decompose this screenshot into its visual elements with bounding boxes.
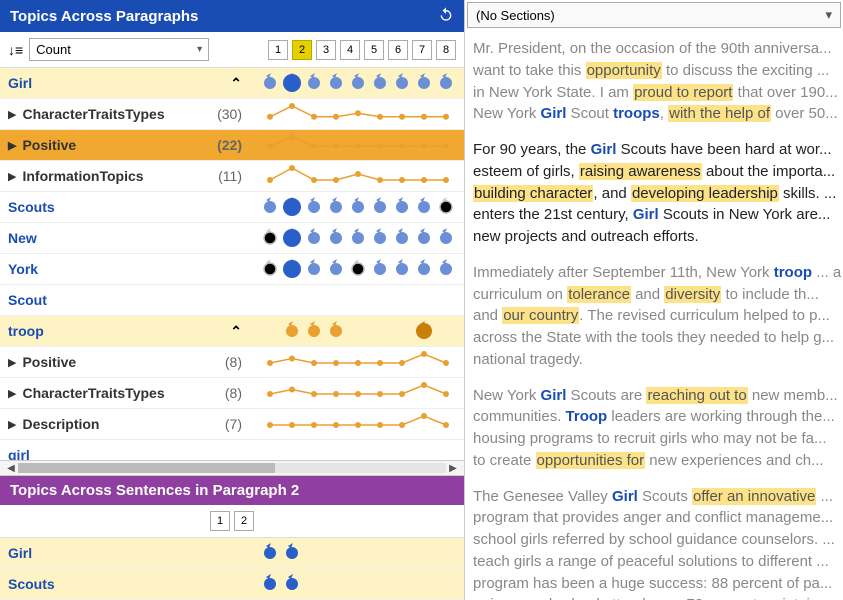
topic-row-charactertraitstypes[interactable]: ▶ CharacterTraitsTypes (30)	[0, 99, 464, 130]
topic-name: Positive	[22, 354, 76, 370]
topic-row-troop[interactable]: troop ⌃	[0, 316, 464, 347]
page-btn-5[interactable]: 5	[364, 40, 384, 60]
hscroll-bar[interactable]: ◀ ▶	[0, 460, 464, 476]
section-value: (No Sections)	[476, 8, 555, 23]
topic-row-positive[interactable]: ▶ Positive (22)	[0, 130, 464, 161]
sentence-rows: Girl Scouts	[0, 538, 464, 600]
sentence-page-buttons: 12	[0, 505, 464, 538]
sentence-page-2[interactable]: 2	[234, 511, 254, 531]
topic-viz	[260, 347, 464, 377]
sort-dropdown[interactable]: Count	[29, 38, 209, 61]
page-btn-1[interactable]: 1	[268, 40, 288, 60]
topic-row-description[interactable]: ▶ Description (7)	[0, 409, 464, 440]
topic-viz	[260, 409, 464, 439]
topic-name: Positive	[22, 137, 76, 153]
topic-viz	[260, 161, 464, 191]
left-panel: Topics Across Paragraphs ↓≡ Count 123456…	[0, 0, 465, 600]
topic-row-girl[interactable]: girl	[0, 440, 464, 460]
page-btn-7[interactable]: 7	[412, 40, 432, 60]
paragraph[interactable]: New York Girl Scouts are reaching out to…	[473, 385, 843, 472]
topic-viz	[260, 254, 464, 284]
topic-row-scouts[interactable]: Scouts	[0, 192, 464, 223]
chevron-up-icon[interactable]: ⌃	[230, 323, 242, 340]
topic-row-scout[interactable]: Scout	[0, 285, 464, 316]
topic-viz	[260, 130, 464, 160]
page-btn-3[interactable]: 3	[316, 40, 336, 60]
topic-viz	[260, 99, 464, 129]
topic-name: New	[8, 230, 37, 246]
page-btn-8[interactable]: 8	[436, 40, 456, 60]
topic-viz	[260, 569, 464, 599]
topic-count: (30)	[217, 106, 242, 122]
caret-icon[interactable]: ▶	[8, 170, 16, 183]
right-panel: (No Sections) Mr. President, on the occa…	[465, 0, 843, 600]
page-btn-4[interactable]: 4	[340, 40, 360, 60]
sort-icon[interactable]: ↓≡	[8, 42, 23, 58]
sort-value: Count	[36, 42, 71, 57]
hscroll-track[interactable]	[18, 463, 446, 473]
paragraph[interactable]: Mr. President, on the occasion of the 90…	[473, 38, 843, 125]
topic-name: CharacterTraitsTypes	[22, 106, 164, 122]
caret-icon[interactable]: ▶	[8, 387, 16, 400]
page-btn-6[interactable]: 6	[388, 40, 408, 60]
topics-list: Girl ⌃ ▶ CharacterTraitsTypes (30) ▶ Positive (…	[0, 68, 464, 460]
toolbar: ↓≡ Count 12345678	[0, 32, 464, 68]
sentence-row-scouts[interactable]: Scouts	[0, 569, 464, 600]
topic-count: (22)	[217, 137, 242, 153]
section-dropdown[interactable]: (No Sections)	[467, 2, 841, 28]
topic-name: Girl	[8, 545, 32, 561]
topic-name: Scouts	[8, 199, 55, 215]
topic-name: Description	[22, 416, 99, 432]
topic-count: (8)	[225, 354, 242, 370]
topic-row-informationtopics[interactable]: ▶ InformationTopics (11)	[0, 161, 464, 192]
caret-icon[interactable]: ▶	[8, 139, 16, 152]
topic-name: InformationTopics	[22, 168, 143, 184]
topic-viz	[260, 440, 464, 460]
topic-row-york[interactable]: York	[0, 254, 464, 285]
page-btn-2[interactable]: 2	[292, 40, 312, 60]
topic-viz	[260, 538, 464, 568]
topic-viz	[260, 223, 464, 253]
document-text: Mr. President, on the occasion of the 90…	[465, 30, 843, 600]
topic-count: (11)	[218, 168, 242, 184]
topic-viz	[260, 378, 464, 408]
caret-icon[interactable]: ▶	[8, 108, 16, 121]
paragraph[interactable]: Immediately after September 11th, New Yo…	[473, 262, 843, 371]
hscroll-thumb[interactable]	[18, 463, 275, 473]
topic-name: Girl	[8, 75, 32, 91]
topic-row-girl[interactable]: Girl ⌃	[0, 68, 464, 99]
topic-name: girl	[8, 447, 30, 460]
sentence-page-1[interactable]: 1	[210, 511, 230, 531]
topic-count: (8)	[225, 385, 242, 401]
topic-count: (7)	[225, 416, 242, 432]
topic-name: York	[8, 261, 38, 277]
caret-icon[interactable]: ▶	[8, 356, 16, 369]
topics-paragraphs-header: Topics Across Paragraphs	[0, 0, 464, 32]
topic-viz	[260, 192, 464, 222]
topic-name: Scouts	[8, 576, 55, 592]
topic-viz	[260, 285, 464, 315]
topic-row-charactertraitstypes[interactable]: ▶ CharacterTraitsTypes (8)	[0, 378, 464, 409]
topic-name: CharacterTraitsTypes	[22, 385, 164, 401]
sentences-title: Topics Across Sentences in Paragraph 2	[10, 482, 299, 499]
header-title: Topics Across Paragraphs	[10, 8, 198, 25]
topic-row-positive[interactable]: ▶ Positive (8)	[0, 347, 464, 378]
topic-row-new[interactable]: New	[0, 223, 464, 254]
chevron-up-icon[interactable]: ⌃	[230, 75, 242, 92]
paragraph[interactable]: The Genesee Valley Girl Scouts offer an …	[473, 486, 843, 600]
caret-icon[interactable]: ▶	[8, 418, 16, 431]
hscroll-left-icon[interactable]: ◀	[4, 463, 18, 474]
hscroll-right-icon[interactable]: ▶	[446, 463, 460, 474]
topic-name: Scout	[8, 292, 47, 308]
sentence-row-girl[interactable]: Girl	[0, 538, 464, 569]
topic-name: troop	[8, 323, 44, 339]
paragraph[interactable]: For 90 years, the Girl Scouts have been …	[473, 139, 843, 248]
undo-icon[interactable]	[438, 6, 454, 26]
topics-sentences-header: Topics Across Sentences in Paragraph 2	[0, 476, 464, 505]
topic-viz	[260, 68, 464, 98]
page-buttons: 12345678	[268, 40, 456, 60]
topic-viz	[260, 316, 464, 346]
